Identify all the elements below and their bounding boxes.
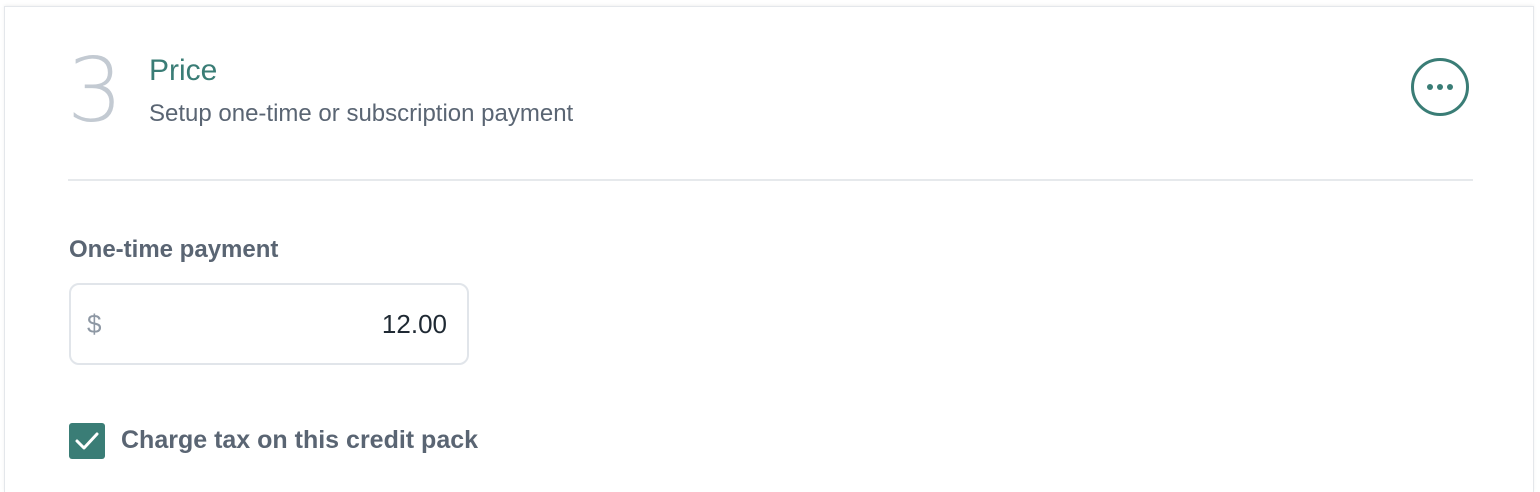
checkmark-icon bbox=[75, 432, 99, 450]
currency-symbol: $ bbox=[87, 309, 102, 339]
section-title: Price bbox=[149, 54, 218, 87]
section-divider bbox=[68, 179, 1473, 181]
price-section-card: 3 Price Setup one-time or subscription p… bbox=[4, 6, 1534, 492]
ellipsis-horizontal-icon bbox=[1427, 84, 1453, 90]
section-subtitle: Setup one-time or subscription payment bbox=[149, 100, 574, 127]
price-amount-input[interactable] bbox=[121, 303, 447, 345]
price-field[interactable]: $ bbox=[69, 283, 469, 365]
one-time-payment-label: One-time payment bbox=[69, 236, 279, 263]
charge-tax-checkbox[interactable] bbox=[69, 423, 105, 459]
more-options-button[interactable] bbox=[1411, 58, 1469, 116]
step-number: 3 bbox=[67, 39, 123, 142]
charge-tax-label[interactable]: Charge tax on this credit pack bbox=[121, 424, 478, 456]
